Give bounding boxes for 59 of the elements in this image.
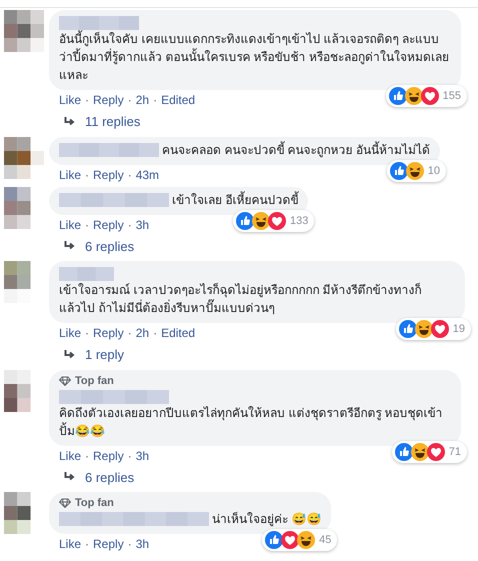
separator-dot: · (85, 218, 90, 232)
comment-text: เข้าใจอารมณ์ เวลาปวดๆอะไรก็ฉุดไม่อยู่หรือกกกกก มีห้างรีตึกข้างทางก็แล้วไป ถ้าไม่มีนี่ต้องยิ่งรีบหาปั๊มแบบด่วนๆ (59, 282, 423, 317)
like-link[interactable]: Like (59, 168, 82, 182)
timestamp[interactable]: 3h (136, 537, 150, 552)
timestamp[interactable]: 3h (136, 448, 150, 464)
comment-text: เข้าใจเลย อีเหี้ยคนปวดขี้ (172, 190, 298, 208)
comment-text: อันนี้กูเห็นใจคับ เคยแบบแดกกระทิงแดงเข้าๆเข้าไป แล้วเจอรถติดๆ ละแบบว่าปี้ดมาที่รู้ดากแล้ว ตอนนั้นใครเบรค หรือขับช้า หรือชะลอกูด่าในใจหมดเลยแหละ (59, 30, 450, 84)
reaction-count: 19 (452, 322, 465, 337)
view-replies-link[interactable]: 6 replies (85, 236, 134, 256)
redacted-name (59, 267, 114, 281)
reaction-count: 71 (448, 444, 461, 460)
separator-dot: · (85, 93, 90, 108)
reply-arrow-icon (64, 116, 75, 127)
like-link[interactable]: Like (59, 218, 82, 232)
reaction-count: 133 (290, 214, 308, 228)
reply-link[interactable]: Reply (93, 218, 124, 232)
reply-link[interactable]: Reply (93, 93, 124, 108)
like-link[interactable]: Like (59, 537, 82, 552)
view-replies-link[interactable]: 11 replies (85, 112, 140, 132)
diamond-icon (59, 498, 71, 508)
reply-link[interactable]: Reply (93, 448, 124, 464)
reply-arrow-icon (64, 350, 75, 360)
like-link[interactable]: Like (59, 326, 82, 341)
reaction-count: 10 (428, 164, 440, 178)
timestamp[interactable]: 43m (136, 168, 160, 182)
separator-dot: · (128, 326, 132, 341)
separator-dot: · (128, 168, 132, 182)
reply-arrow-icon (64, 241, 75, 252)
reaction-count: 155 (442, 89, 461, 104)
view-replies-link[interactable]: 1 reply (85, 345, 124, 364)
edited-label[interactable]: Edited (161, 93, 196, 108)
reply-link[interactable]: Reply (93, 537, 124, 552)
separator-dot: · (85, 168, 90, 182)
comment-text: น่าเห็นใจอยู่ค่ะ 😅😅 (212, 510, 322, 528)
separator-dot: · (128, 448, 132, 464)
separator-dot: · (128, 218, 132, 232)
diamond-icon (59, 376, 71, 386)
separator-dot: · (153, 326, 158, 341)
like-link[interactable]: Like (59, 448, 82, 464)
reply-arrow-icon (64, 472, 75, 482)
view-replies-link[interactable]: 6 replies (85, 468, 134, 487)
separator-dot: · (153, 93, 158, 108)
reply-link[interactable]: Reply (93, 168, 124, 182)
top-fan-label: Top fan (75, 374, 114, 388)
timestamp[interactable]: 3h (136, 218, 150, 232)
timestamp[interactable]: 2h (136, 93, 150, 108)
timestamp[interactable]: 2h (136, 326, 150, 341)
separator-dot: · (128, 93, 132, 108)
comment-text: คนจะคลอด คนจะปวดขี้ คนจะถูกหวย อันนี้ห้ามไม่ได้ (162, 140, 430, 158)
like-link[interactable]: Like (59, 93, 82, 108)
reaction-count: 45 (319, 533, 332, 548)
separator-dot: · (85, 537, 90, 552)
separator-dot: · (128, 537, 132, 552)
reply-link[interactable]: Reply (93, 326, 124, 341)
edited-label[interactable]: Edited (161, 326, 196, 341)
separator-dot: · (85, 326, 90, 341)
separator-dot: · (85, 448, 90, 464)
comment-text: คิดถึงตัวเองเลยอยากปีบแตรไล่ทุกคันให้หลบ แต่งชุดราตรีอีกตรู หอบชุดเข้าปั้ม😂😂 (59, 404, 444, 440)
top-fan-label: Top fan (75, 496, 114, 510)
